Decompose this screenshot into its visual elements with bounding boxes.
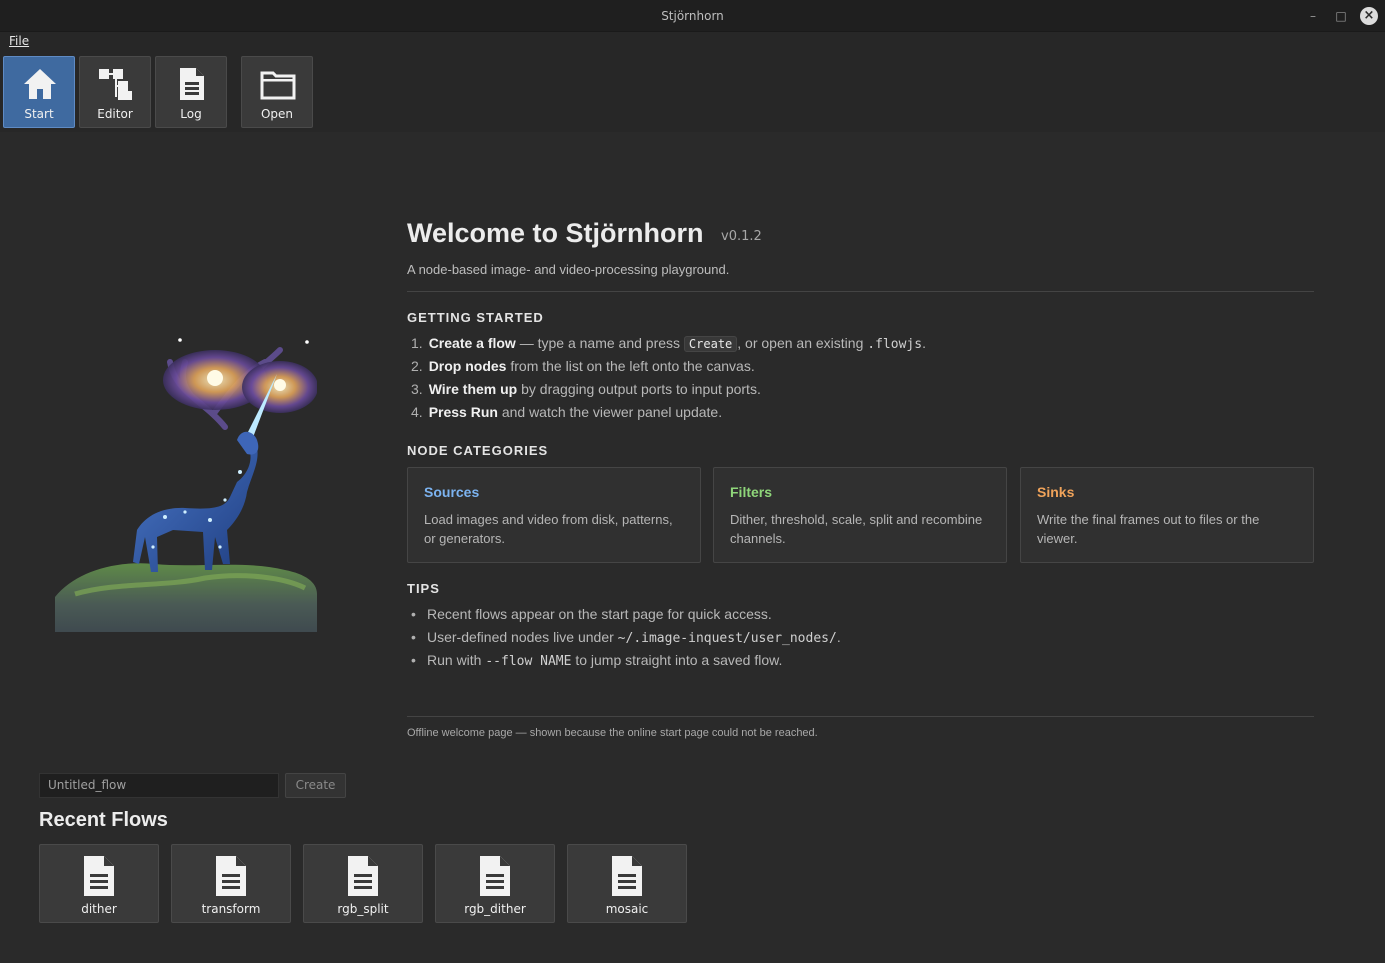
offline-notice: Offline welcome page — shown because the… bbox=[407, 727, 818, 739]
tip-item: • User-defined nodes live under ~/.image-… bbox=[411, 629, 841, 646]
recent-flow-label: mosaic bbox=[605, 902, 649, 916]
menu-file[interactable]: File bbox=[9, 34, 29, 48]
category-card-sinks: Sinks Write the final frames out to file… bbox=[1020, 467, 1314, 563]
welcome-subtitle: A node-based image- and video-processing… bbox=[407, 262, 730, 277]
menu-bar: File bbox=[0, 32, 1385, 54]
document-icon bbox=[180, 68, 204, 100]
log-label: Log bbox=[180, 107, 202, 121]
category-card-sources: Sources Load images and video from disk,… bbox=[407, 467, 701, 563]
folder-icon bbox=[260, 71, 296, 100]
stag-illustration bbox=[55, 338, 317, 632]
node-editor-icon bbox=[99, 69, 132, 100]
step-item: 2. Drop nodes from the list on the left o… bbox=[411, 358, 755, 374]
node-categories-heading: NODE CATEGORIES bbox=[407, 443, 549, 458]
category-name: Sources bbox=[424, 484, 480, 500]
log-button[interactable]: Log bbox=[155, 56, 227, 128]
recent-flow-transform[interactable]: transform bbox=[171, 844, 291, 923]
close-icon[interactable]: × bbox=[1360, 7, 1378, 25]
category-desc: Write the final frames out to files or t… bbox=[1037, 512, 1260, 546]
step-item: 1. Create a flow — type a name and press … bbox=[411, 335, 926, 352]
file-icon bbox=[612, 856, 642, 896]
start-label: Start bbox=[24, 107, 54, 121]
file-icon bbox=[480, 856, 510, 896]
welcome-title: Welcome to Stjörnhorn bbox=[407, 218, 704, 248]
editor-button[interactable]: Editor bbox=[79, 56, 151, 128]
recent-flow-label: rgb_split bbox=[337, 902, 389, 916]
file-icon bbox=[216, 856, 246, 896]
recent-flow-dither[interactable]: dither bbox=[39, 844, 159, 923]
step-item: 4. Press Run and watch the viewer panel u… bbox=[411, 404, 723, 420]
open-label: Open bbox=[260, 107, 294, 121]
category-desc: Dither, threshold, scale, split and reco… bbox=[730, 512, 983, 546]
open-button[interactable]: Open bbox=[241, 56, 313, 128]
tip-item: • Run with --flow NAME to jump straight i… bbox=[411, 652, 783, 669]
category-card-filters: Filters Dither, threshold, scale, split … bbox=[713, 467, 1007, 563]
flow-name-input[interactable]: Untitled_flow bbox=[39, 773, 279, 798]
window-title: Stjörnhorn bbox=[661, 9, 724, 23]
start-page: Welcome to Stjörnhorn v0.1.2 A node-base… bbox=[0, 132, 1385, 963]
home-icon bbox=[24, 69, 56, 99]
recent-flow-mosaic[interactable]: mosaic bbox=[567, 844, 687, 923]
toolbar: Start Editor Log Open bbox=[0, 54, 1385, 132]
create-key: Create bbox=[683, 336, 738, 352]
category-desc: Load images and video from disk, pattern… bbox=[424, 512, 673, 546]
category-name: Sinks bbox=[1037, 484, 1075, 500]
divider bbox=[407, 291, 1314, 292]
recent-flow-rgb-dither[interactable]: rgb_dither bbox=[435, 844, 555, 923]
recent-flows-title: Recent Flows bbox=[39, 809, 168, 831]
title-bar: Stjörnhorn – □ × bbox=[0, 0, 1385, 32]
recent-flow-label: rgb_dither bbox=[464, 902, 526, 916]
create-button[interactable]: Create bbox=[285, 773, 346, 798]
category-name: Filters bbox=[730, 484, 773, 500]
recent-flow-label: dither bbox=[81, 902, 117, 916]
version-label: v0.1.2 bbox=[721, 229, 762, 244]
minimize-icon[interactable]: – bbox=[1304, 7, 1322, 25]
start-button[interactable]: Start bbox=[3, 56, 75, 128]
maximize-icon[interactable]: □ bbox=[1332, 7, 1350, 25]
step-item: 3. Wire them up by dragging output ports … bbox=[411, 381, 761, 397]
divider bbox=[407, 716, 1314, 717]
tips-heading: TIPS bbox=[407, 581, 440, 596]
editor-label: Editor bbox=[97, 107, 133, 121]
getting-started-heading: GETTING STARTED bbox=[407, 310, 544, 325]
tip-item: • Recent flows appear on the start page f… bbox=[411, 606, 772, 622]
file-icon bbox=[84, 856, 114, 896]
recent-flow-rgb-split[interactable]: rgb_split bbox=[303, 844, 423, 923]
file-icon bbox=[348, 856, 378, 896]
recent-flow-label: transform bbox=[201, 902, 261, 916]
